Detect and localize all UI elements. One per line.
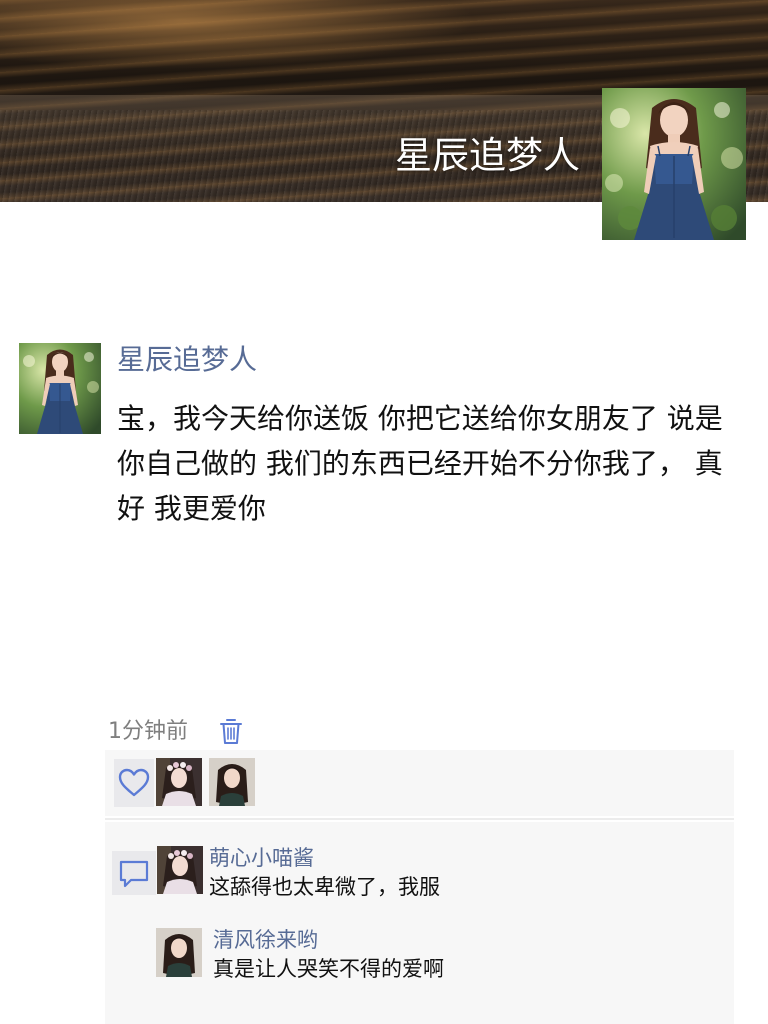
post-author-avatar-image xyxy=(19,343,101,434)
liker-avatar[interactable] xyxy=(209,758,255,806)
commenter-avatar-long-hair xyxy=(156,928,202,977)
comment-author[interactable]: 清风徐来哟 xyxy=(213,925,318,955)
cover-username: 星辰追梦人 xyxy=(395,134,580,177)
likes-panel xyxy=(105,750,734,816)
comment-author[interactable]: 萌心小喵酱 xyxy=(209,843,314,873)
trash-icon[interactable] xyxy=(220,717,242,745)
commenter-avatar[interactable] xyxy=(157,846,203,894)
comments-panel: 萌心小喵酱 这舔得也太卑微了，我服 清风徐来哟 真是让人哭笑不得的爱啊 xyxy=(105,822,734,1024)
like-icon-container xyxy=(114,759,154,807)
comment-text: 这舔得也太卑微了，我服 xyxy=(209,875,440,899)
comment-bubble-icon xyxy=(119,860,149,888)
profile-avatar-image xyxy=(602,88,746,240)
comment-text: 真是让人哭笑不得的爱啊 xyxy=(213,957,444,981)
commenter-avatar-flower-crown xyxy=(157,846,203,894)
heart-outline-icon xyxy=(118,768,150,797)
commenter-avatar[interactable] xyxy=(156,928,202,977)
post-author-avatar[interactable] xyxy=(19,343,101,434)
post-text: 宝，我今天给你送饭 你把它送给你女朋友了 说是你自己做的 我们的东西已经开始不分… xyxy=(117,402,723,525)
liker-avatar[interactable] xyxy=(156,758,202,806)
liker-avatar-flower-crown xyxy=(156,758,202,806)
profile-avatar[interactable] xyxy=(602,88,746,240)
post-author-name[interactable]: 星辰追梦人 xyxy=(117,340,257,380)
likes-comments-divider xyxy=(105,818,734,820)
liker-avatar-long-hair xyxy=(209,758,255,806)
comment-icon-container xyxy=(112,851,156,895)
post-timestamp: 1分钟前 xyxy=(108,719,188,744)
